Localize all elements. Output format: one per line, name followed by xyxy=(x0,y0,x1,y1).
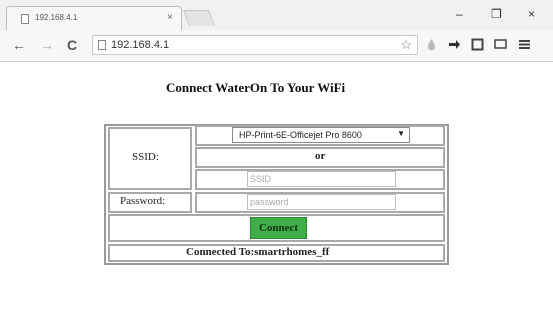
tab-strip: 192.168.4.1 × – ❐ × xyxy=(0,0,553,30)
minimize-button[interactable]: – xyxy=(456,7,463,21)
page-heading: Connect WaterOn To Your WiFi xyxy=(166,80,346,95)
bookmark-star-icon[interactable]: ☆ xyxy=(400,37,412,53)
url-text: 192.168.4.1 xyxy=(111,39,170,51)
new-tab-button[interactable] xyxy=(183,10,215,26)
page-icon xyxy=(21,14,29,24)
maximize-button[interactable]: ❐ xyxy=(491,7,502,21)
address-bar[interactable]: 192.168.4.1 ☆ xyxy=(92,35,418,55)
connection-status: Connected To:smartrhomes_ff xyxy=(186,246,330,258)
tab-close-icon[interactable]: × xyxy=(167,12,173,23)
forward-button[interactable]: → xyxy=(40,37,54,53)
page-info-icon xyxy=(98,40,106,50)
extension-drop-icon[interactable] xyxy=(425,38,438,51)
ssid-input[interactable]: SSID xyxy=(247,171,396,187)
tab-active[interactable]: 192.168.4.1 × xyxy=(6,6,182,30)
cast-arrow-icon[interactable] xyxy=(448,38,461,51)
tab-title: 192.168.4.1 xyxy=(35,13,78,22)
chevron-down-icon: ▼ xyxy=(397,129,405,138)
cast-screen-icon[interactable] xyxy=(494,38,507,51)
back-button[interactable]: ← xyxy=(12,37,26,53)
connect-button[interactable]: Connect xyxy=(250,217,307,239)
or-text: or xyxy=(315,150,326,162)
password-input[interactable]: password xyxy=(247,194,396,210)
password-label: Password: xyxy=(120,195,166,207)
ssid-label: SSID: xyxy=(132,151,159,163)
ssid-select[interactable]: HP-Print-6E-Officejet Pro 8600 ▼ xyxy=(232,127,410,143)
ssid-selected-value: HP-Print-6E-Officejet Pro 8600 xyxy=(239,130,362,140)
menu-icon[interactable] xyxy=(518,38,531,51)
reload-button[interactable]: C xyxy=(67,37,77,53)
extension-square-icon[interactable] xyxy=(471,38,484,51)
browser-toolbar: ← → C 192.168.4.1 ☆ xyxy=(0,30,553,62)
close-window-button[interactable]: × xyxy=(528,7,535,21)
